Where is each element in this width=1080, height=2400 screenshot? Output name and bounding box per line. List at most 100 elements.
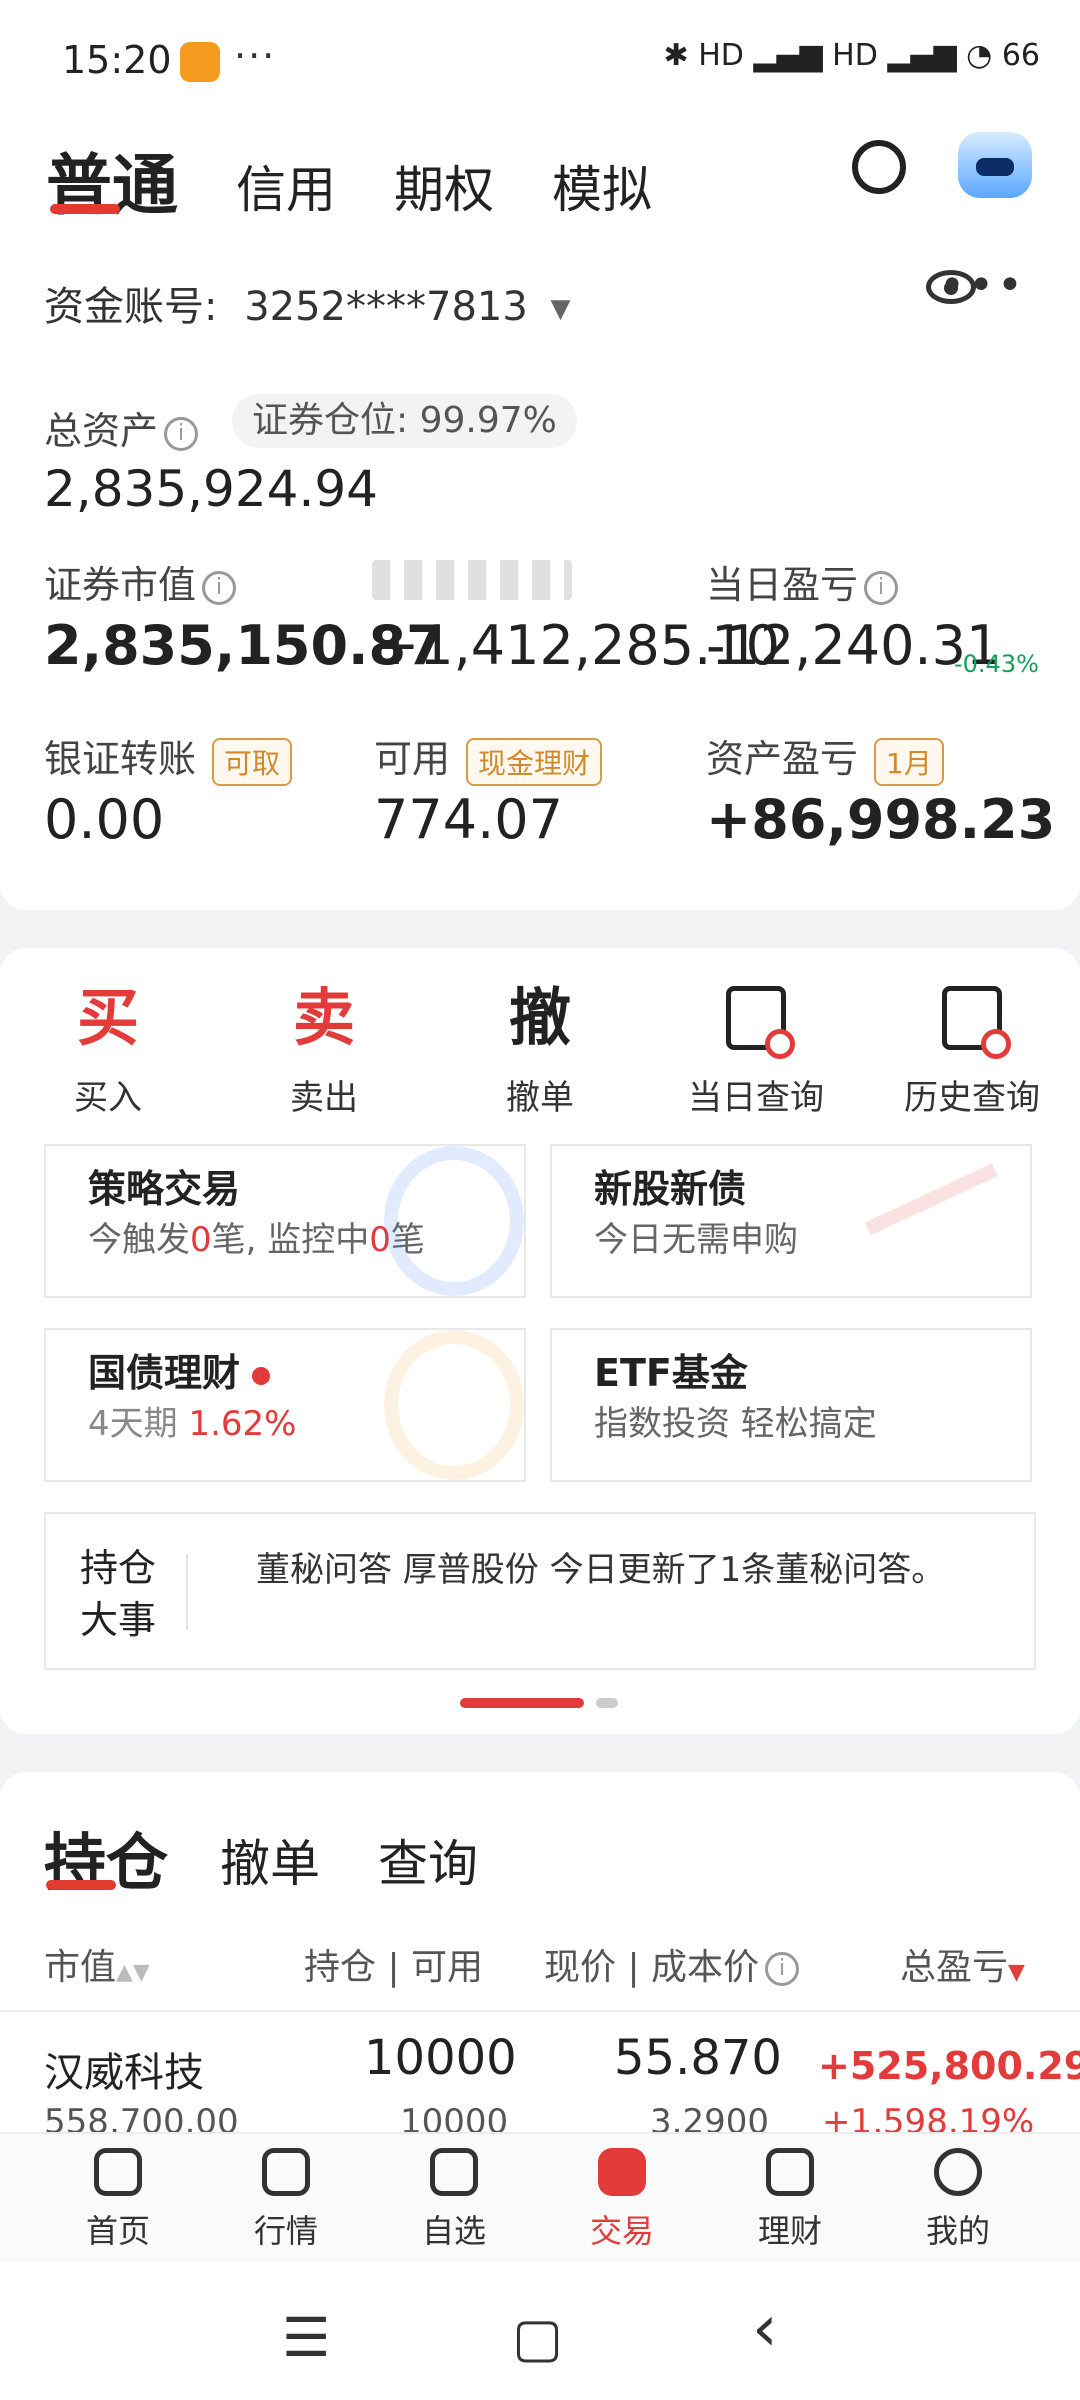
available-label[interactable]: 可用 现金理财 (374, 728, 603, 786)
nav-me-label: 我的 (925, 2212, 990, 2250)
transfer-value: 0.00 (44, 788, 165, 851)
nav-watchlist-label: 自选 (421, 2212, 486, 2250)
etf-title: ETF基金 (594, 1351, 748, 1395)
sort-desc-icon: ▼ (1008, 1960, 1025, 1985)
watermark-icon (384, 1330, 524, 1480)
nav-market-label: 行情 (253, 2212, 318, 2250)
asset-pl-value: +86,998.23 (706, 788, 1056, 851)
treasury-title: 国债理财 (88, 1342, 271, 1397)
bottom-navigation: 首页 行情 自选 交易 理财 我的 (0, 2132, 1080, 2262)
history-query-icon (942, 986, 1011, 1059)
strategy-trading-tile[interactable]: 策略交易 今触发0笔, 监控中0笔 (44, 1144, 526, 1298)
today-query-label: 当日查询 (688, 1078, 824, 1118)
tab-options[interactable]: 期权 (394, 150, 494, 222)
sell-label: 卖出 (290, 1078, 358, 1118)
tab-credit[interactable]: 信用 (236, 150, 336, 222)
info-icon[interactable]: i (864, 570, 899, 605)
stock-position: 10000 (364, 2030, 517, 2086)
month-tag: 1月 (874, 737, 944, 786)
treasury-subtitle: 4天期 1.62% (88, 1404, 297, 1444)
daily-pl-percent: -0.43% (954, 650, 1039, 678)
nav-watchlist[interactable]: 自选 (374, 2148, 534, 2252)
tab-query[interactable]: 查询 (378, 1824, 478, 1896)
info-icon[interactable]: i (202, 570, 237, 605)
today-query-icon (726, 986, 795, 1059)
ipo-tile[interactable]: 新股新债 今日无需申购 (550, 1144, 1056, 1359)
position-ratio-pill: 证券仓位: 99.97% (232, 394, 577, 448)
nav-home-label: 首页 (85, 2212, 150, 2250)
buy-icon: 买 (76, 981, 139, 1054)
cash-management-tag: 现金理财 (466, 737, 603, 786)
tab-simulated[interactable]: 模拟 (552, 150, 652, 222)
stock-name: 汉威科技 (44, 2050, 204, 2096)
cancel-order-button[interactable]: 撤 撤单 (440, 978, 640, 1119)
stock-price: 55.870 (614, 2030, 782, 2086)
new-badge-dot (252, 1366, 271, 1385)
column-price: 现价 | 成本价 i (544, 1938, 800, 1990)
history-query-button[interactable]: 历史查询 (872, 978, 1072, 1119)
column-market-value[interactable]: 市值▲▼ (44, 1938, 150, 1990)
blurred-label (372, 560, 572, 600)
info-icon[interactable]: i (164, 416, 199, 451)
stock-pl: +525,800.29 (818, 2044, 1080, 2088)
today-query-button[interactable]: 当日查询 (656, 978, 856, 1119)
settings-icon[interactable] (852, 140, 906, 194)
account-label: 资金账号: (44, 284, 218, 330)
transfer-label[interactable]: 银证转账 可取 (44, 728, 293, 786)
nav-wealth-label: 理财 (757, 2212, 822, 2250)
etf-subtitle: 指数投资 轻松搞定 (594, 1404, 877, 1444)
chart-icon (262, 2148, 310, 2196)
pager-active (460, 1698, 584, 1708)
nav-home[interactable]: 首页 (38, 2148, 198, 2252)
asset-pl-label[interactable]: 资产盈亏 1月 (706, 728, 944, 786)
nav-trade-label: 交易 (589, 2212, 654, 2250)
active-tab-indicator (50, 204, 120, 214)
account-summary-card: 普通 信用 期权 模拟 资金账号: 3252****7813 ▼ ••• 总资产… (0, 120, 1080, 910)
divider (0, 2010, 1080, 2012)
buy-button[interactable]: 买 买入 (8, 978, 208, 1119)
buy-label: 买入 (74, 1078, 142, 1118)
etf-watermark-icon (890, 1330, 1030, 1480)
available-value: 774.07 (374, 788, 563, 851)
nav-market[interactable]: 行情 (206, 2148, 366, 2252)
watermark-icon (384, 1146, 524, 1296)
plus-square-icon (430, 2148, 478, 2196)
withdrawable-tag: 可取 (212, 737, 293, 786)
back-icon[interactable]: ‹ (752, 2292, 778, 2366)
nav-wealth[interactable]: 理财 (710, 2148, 870, 2252)
daily-pl-label: 当日盈亏 i (706, 554, 899, 609)
ipo-title: 新股新债 (594, 1167, 747, 1211)
divider (186, 1554, 188, 1630)
status-bar: 15:20 ··· ✱ HD ▂▄▆ HD ▂▄▆ ◔ 66 (0, 0, 1080, 120)
more-icon[interactable]: ••• (939, 260, 1026, 311)
pager-inactive (596, 1698, 618, 1708)
nav-me[interactable]: 我的 (878, 2148, 1038, 2252)
holding-news-banner[interactable]: 持仓大事 董秘问答 厚普股份 今日更新了1条董秘问答。 (44, 1512, 1036, 1670)
home-icon (94, 2148, 142, 2196)
exchange-icon (598, 2148, 646, 2196)
news-heading: 持仓大事 (80, 1546, 157, 1642)
wallet-icon (766, 2148, 814, 2196)
treasury-tile[interactable]: 国债理财 4天期 1.62% (44, 1328, 526, 1482)
notification-app-icon (180, 42, 220, 82)
strategy-title: 策略交易 (88, 1167, 241, 1211)
account-number: 3252****7813 (244, 284, 528, 330)
nav-trade[interactable]: 交易 (542, 2148, 702, 2252)
ipo-subtitle: 今日无需申购 (594, 1220, 798, 1260)
column-total-pl[interactable]: 总盈亏▼ (900, 1938, 1025, 1990)
news-text: 董秘问答 厚普股份 今日更新了1条董秘问答。 (256, 1550, 946, 1590)
cancel-order-icon: 撤 (508, 981, 571, 1054)
holdings-card: 持仓 撤单 查询 市值▲▼ 持仓 | 可用 现价 | 成本价 i 总盈亏▼ 汉威科… (0, 1772, 1080, 2142)
chevron-down-icon: ▼ (550, 294, 571, 324)
home-square-icon[interactable]: ▢ (512, 2306, 563, 2369)
trade-functions-card: 买 买入 卖 卖出 撤 撤单 当日查询 历史查询 策略交易 今触发0笔, 监控中… (0, 948, 1080, 1734)
tab-cancel-orders[interactable]: 撤单 (220, 1824, 320, 1896)
sell-button[interactable]: 卖 卖出 (224, 978, 424, 1119)
sort-icon: ▲▼ (116, 1960, 150, 1985)
account-selector[interactable]: 资金账号: 3252****7813 ▼ (44, 274, 571, 332)
history-query-label: 历史查询 (904, 1078, 1040, 1118)
etf-tile[interactable]: ETF基金 指数投资 轻松搞定 (550, 1328, 1032, 1482)
info-icon[interactable]: i (765, 1952, 800, 1986)
robot-assistant-icon[interactable] (958, 132, 1032, 198)
menu-icon[interactable]: ☰ (282, 2306, 330, 2369)
